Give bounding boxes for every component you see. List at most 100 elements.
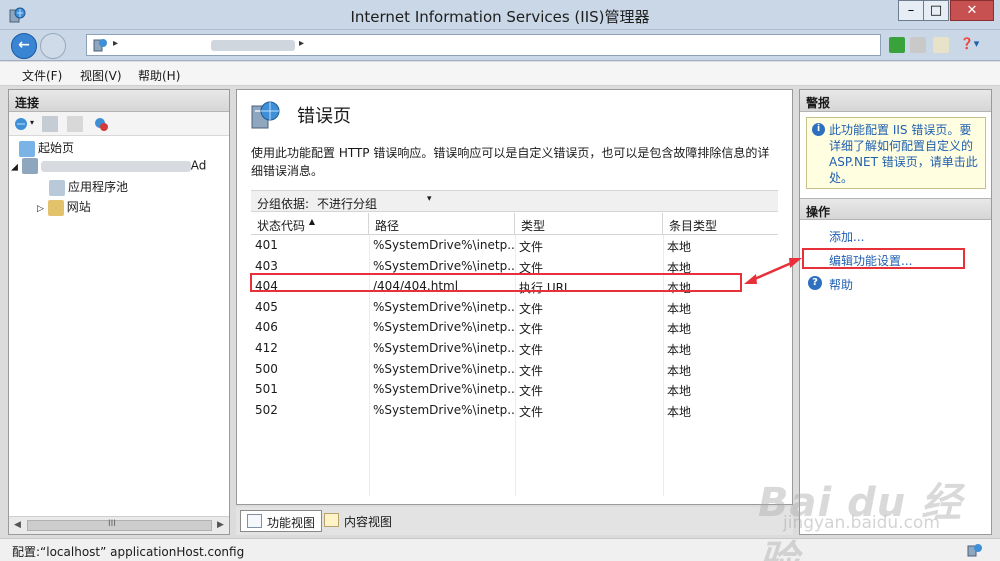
- collapse-icon[interactable]: ◢: [11, 163, 18, 173]
- sort-ascending-icon: ▲: [308, 217, 315, 226]
- connections-tree: 起始页 ◢ Ad 应用程序池 ▷ 网站: [9, 137, 229, 514]
- remove-connection-icon[interactable]: [93, 116, 109, 132]
- connections-panel: 连接 ▾ 起始页 ◢ Ad 应用程序池 ▷ 网站 ◀ III ▶: [8, 89, 230, 535]
- scroll-right-icon[interactable]: ▶: [217, 520, 224, 530]
- back-button[interactable]: ←: [11, 33, 37, 59]
- help-link[interactable]: 帮助: [829, 276, 853, 293]
- column-header-type[interactable]: 类型: [515, 213, 663, 235]
- stop-icon[interactable]: [910, 37, 926, 53]
- connect-icon[interactable]: [13, 116, 29, 132]
- view-tabs: 功能视图 内容视图: [236, 507, 793, 535]
- tree-item-server[interactable]: ◢ Ad: [11, 158, 229, 176]
- status-code-cell: 500: [255, 361, 278, 376]
- column-header-status-code[interactable]: 状态代码 ▲: [251, 213, 369, 235]
- save-icon[interactable]: [42, 116, 58, 132]
- feature-panel: 错误页 使用此功能配置 HTTP 错误响应。错误响应可以是自定义错误页，也可以是…: [236, 89, 793, 505]
- home-icon[interactable]: [933, 37, 949, 53]
- alert-message[interactable]: i 此功能配置 IIS 错误页。要详细了解如何配置自定义的 ASP.NET 错误…: [806, 117, 986, 189]
- close-button[interactable]: ✕: [950, 0, 994, 21]
- connect-dropdown-icon[interactable]: ▾: [30, 118, 34, 127]
- forward-button[interactable]: [40, 33, 66, 59]
- column-header-path[interactable]: 路径: [369, 213, 515, 235]
- type-cell: 文件: [519, 343, 544, 357]
- horizontal-scrollbar[interactable]: ◀ III ▶: [9, 516, 229, 534]
- table-row[interactable]: 412 %SystemDrive%\inetp... 文件 本地: [251, 338, 778, 359]
- table-row[interactable]: 405 %SystemDrive%\inetp... 文件 本地: [251, 297, 778, 318]
- refresh-icon[interactable]: [889, 37, 905, 53]
- sites-folder-icon: [47, 199, 64, 216]
- error-pages-icon: [251, 101, 280, 129]
- status-code-cell: 401: [255, 238, 278, 252]
- type-cell: 文件: [519, 363, 544, 378]
- column-header-entry-type[interactable]: 条目类型: [663, 213, 778, 235]
- chevron-down-icon[interactable]: ▾: [427, 194, 432, 204]
- help-dropdown-icon[interactable]: ❓▾: [960, 37, 979, 50]
- table-row[interactable]: 502 %SystemDrive%\inetp... 文件 本地: [251, 400, 778, 421]
- tree-item-label: 网站: [66, 200, 91, 214]
- address-field[interactable]: ▸ ▸: [86, 34, 881, 56]
- menu-bar: 文件(F) 视图(V) 帮助(H): [0, 62, 1000, 86]
- table-row[interactable]: 401 %SystemDrive%\inetp... 文件 本地: [251, 235, 778, 256]
- table-header: 状态代码 ▲ 路径 类型 条目类型: [251, 213, 778, 235]
- feature-description: 使用此功能配置 HTTP 错误响应。错误响应可以是自定义错误页，也可以是包含故障…: [251, 146, 770, 178]
- highlight-404-row: [250, 273, 742, 292]
- actions-panel: 警报 i 此功能配置 IIS 错误页。要详细了解如何配置自定义的 ASP.NET…: [799, 89, 992, 535]
- content-view-icon: [324, 513, 339, 527]
- scroll-thumb[interactable]: III: [27, 519, 212, 531]
- type-cell: 文件: [519, 301, 544, 316]
- type-cell: 文件: [519, 240, 544, 254]
- status-code-cell: 406: [255, 320, 278, 335]
- baidu-watermark-url: jingyan.baidu.com: [783, 513, 940, 533]
- tree-item-sites[interactable]: ▷ 网站: [37, 198, 91, 216]
- tree-item-app-pools[interactable]: 应用程序池: [49, 178, 128, 196]
- server-icon: [93, 39, 107, 52]
- expand-icon[interactable]: ▷: [37, 204, 44, 214]
- menu-view[interactable]: 视图(V): [80, 67, 122, 84]
- scroll-grip: III: [108, 519, 116, 529]
- entry-type-cell: 本地: [667, 240, 692, 254]
- start-page-icon: [19, 140, 35, 157]
- double-arrow-annotation: [744, 258, 802, 284]
- minimize-button[interactable]: –: [898, 0, 924, 21]
- highlight-edit-settings: [802, 248, 965, 269]
- maximize-button[interactable]: □: [923, 0, 949, 21]
- tree-item-label: 应用程序池: [68, 180, 129, 194]
- up-icon[interactable]: [67, 116, 83, 132]
- path-cell: %SystemDrive%\inetp...: [373, 382, 515, 397]
- menu-file[interactable]: 文件(F): [22, 67, 62, 84]
- tab-features-view[interactable]: 功能视图: [240, 510, 323, 532]
- breadcrumb-separator: ▸: [113, 38, 119, 49]
- menu-help[interactable]: 帮助(H): [138, 67, 180, 84]
- help-icon: ?: [808, 276, 822, 290]
- table-row[interactable]: 406 %SystemDrive%\inetp... 文件 本地: [251, 317, 778, 338]
- type-cell: 文件: [519, 384, 544, 399]
- status-code-cell: 403: [255, 258, 278, 273]
- path-cell: %SystemDrive%\inetp...: [373, 341, 515, 355]
- path-cell: %SystemDrive%\inetp...: [373, 320, 515, 335]
- actions-header: 操作: [800, 198, 991, 220]
- status-code-cell: 502: [255, 402, 278, 417]
- address-bar: ← ▸ ▸ ❓▾: [0, 30, 1000, 61]
- tab-content-view[interactable]: 内容视图: [318, 510, 398, 532]
- entry-type-cell: 本地: [667, 343, 692, 357]
- tree-item-start-page[interactable]: 起始页: [19, 139, 74, 157]
- entry-type-cell: 本地: [667, 363, 692, 378]
- app-pool-icon: [49, 179, 65, 196]
- window-title: Internet Information Services (IIS)管理器: [350, 8, 650, 26]
- entry-type-cell: 本地: [667, 301, 692, 316]
- info-icon: i: [812, 123, 825, 136]
- alert-text: 此功能配置 IIS 错误页。要详细了解如何配置自定义的 ASP.NET 错误页，…: [829, 123, 978, 185]
- entry-type-cell: 本地: [667, 384, 692, 399]
- page-title: 错误页: [297, 106, 351, 127]
- connections-toolbar: ▾: [9, 112, 229, 136]
- scroll-left-icon[interactable]: ◀: [14, 520, 21, 530]
- group-by-select[interactable]: 不进行分组: [317, 195, 377, 212]
- entry-type-cell: 本地: [667, 322, 692, 337]
- features-view-icon: [247, 514, 262, 528]
- path-cell: %SystemDrive%\inetp...: [373, 258, 515, 273]
- table-row[interactable]: 500 %SystemDrive%\inetp... 文件 本地: [251, 359, 778, 380]
- connections-header: 连接: [9, 90, 229, 112]
- status-code-cell: 412: [255, 341, 278, 355]
- add-action-link[interactable]: 添加...: [829, 228, 864, 245]
- table-row[interactable]: 501 %SystemDrive%\inetp... 文件 本地: [251, 379, 778, 400]
